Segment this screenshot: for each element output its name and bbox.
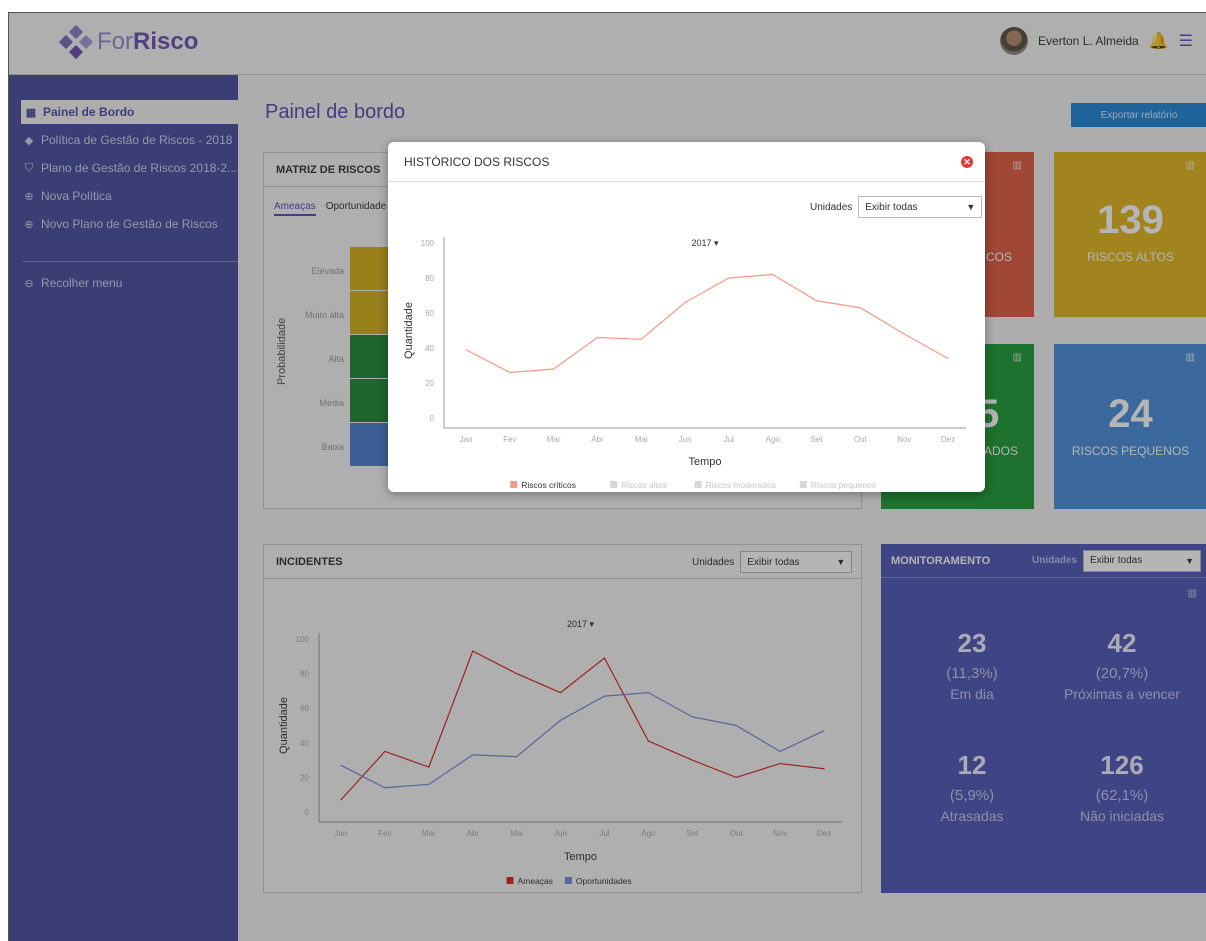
data-point	[596, 336, 599, 339]
data-point	[684, 301, 686, 304]
app-frame: ForRisco Everton L. Almeida 🔔 ☰ ▦ Painel…	[8, 12, 1206, 941]
data-point	[640, 338, 642, 340]
x-tick-label: Jul	[724, 435, 734, 444]
data-point	[728, 277, 730, 279]
year-selector: 2017 ▾	[691, 238, 719, 248]
units-label: Unidades	[810, 201, 853, 213]
legend-label: Riscos pequenos	[811, 480, 876, 490]
legend-label: Riscos moderados	[706, 480, 776, 490]
y-tick-label: 20	[425, 379, 434, 388]
units-select[interactable]: Exibir todas ▼	[858, 196, 983, 218]
y-tick-label: 0	[430, 414, 435, 423]
legend-swatch	[510, 481, 518, 488]
close-icon[interactable]: ✕	[961, 156, 973, 168]
legend-swatch	[694, 481, 702, 488]
modal-title: HISTÓRICO DOS RISCOS	[388, 142, 985, 182]
units-filter: Unidades Exibir todas ▼	[810, 196, 983, 218]
series-line	[465, 273, 949, 374]
chevron-down-icon: ▼	[966, 202, 976, 212]
data-point	[509, 371, 511, 374]
data-point	[903, 333, 905, 335]
y-axis-label: Quantidade	[403, 302, 415, 359]
y-tick-label: 80	[425, 274, 434, 283]
data-point	[859, 307, 861, 309]
x-tick-label: Jun	[679, 435, 692, 444]
y-tick-label: 60	[425, 309, 434, 318]
units-select-value: Exibir todas	[865, 201, 918, 213]
y-tick-label: 40	[425, 344, 434, 353]
data-point	[947, 357, 949, 360]
data-point	[772, 273, 774, 276]
data-point	[465, 349, 467, 351]
x-tick-label: Abr	[591, 435, 604, 444]
y-tick-label: 100	[421, 239, 435, 248]
x-tick-label: Jan	[460, 435, 473, 444]
x-tick-label: Mai	[635, 435, 648, 444]
x-tick-label: Nov	[897, 435, 911, 444]
legend-label: Riscos críticos	[521, 480, 576, 490]
legend-label: Riscos altos	[621, 480, 667, 490]
legend-swatch	[610, 481, 618, 488]
x-tick-label: Set	[811, 435, 824, 444]
risk-history-line-chart: 0 20 40 60 80 100 Jan Fev Mar Abr Mai Jun Jul Ago Set O…	[403, 237, 966, 490]
data-point	[553, 368, 555, 370]
x-tick-label: Dez	[941, 435, 955, 444]
x-tick-label: Ago	[766, 435, 781, 444]
x-tick-label: Out	[854, 435, 868, 444]
x-axis-label: Tempo	[688, 456, 721, 468]
x-tick-label: Mar	[547, 435, 561, 444]
x-tick-label: Fev	[503, 435, 516, 444]
risk-history-modal: HISTÓRICO DOS RISCOS ✕ Unidades Exibir t…	[388, 142, 985, 492]
data-point	[815, 300, 818, 302]
legend-swatch	[799, 481, 807, 488]
